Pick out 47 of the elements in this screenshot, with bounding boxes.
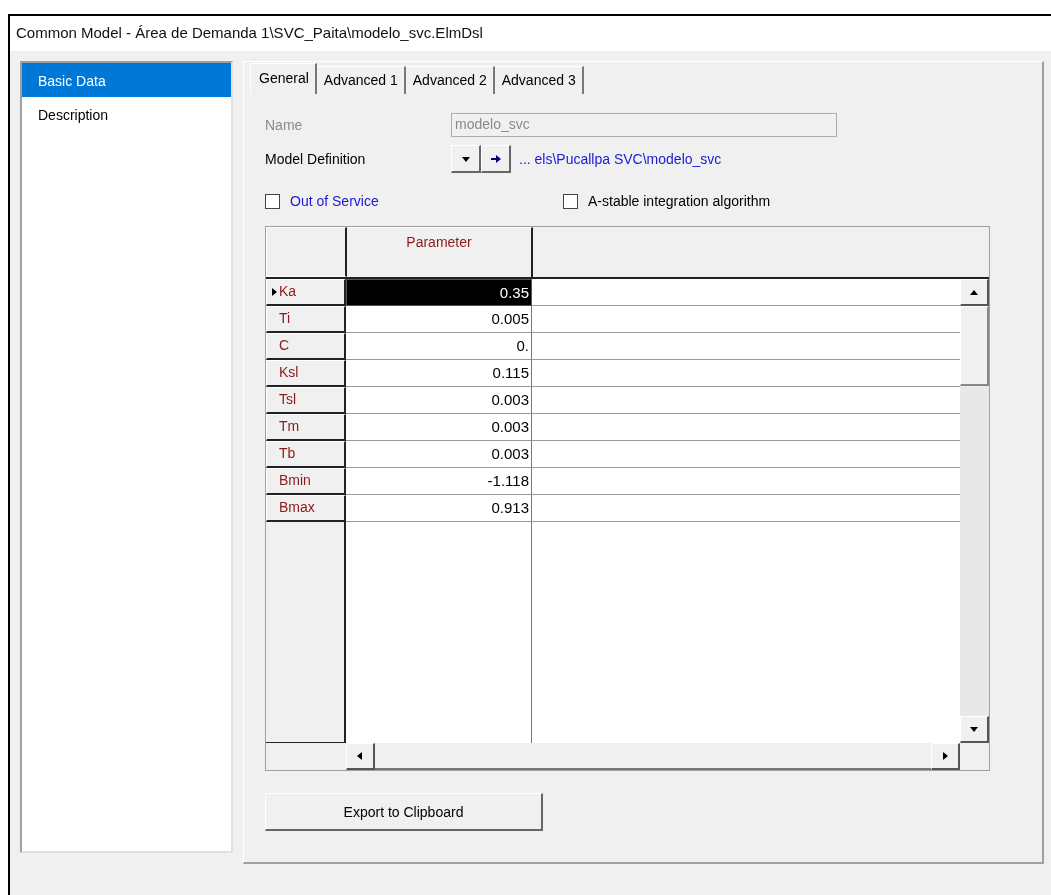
table-cell[interactable]: 0.913 [346,495,532,522]
scroll-thumb[interactable] [960,306,989,386]
tab[interactable]: Advanced 3 [494,66,584,94]
name-field: modelo_svc [451,113,837,137]
right-arrow-icon [940,751,950,761]
down-arrow-icon [969,724,979,734]
model-path-link[interactable]: ... els\Pucallpa SVC\modelo_svc [519,151,722,167]
scroll-right-button[interactable] [931,743,960,770]
field-label: Name [265,117,304,133]
scroll-up-button[interactable] [960,279,989,306]
jump-button[interactable] [481,145,511,173]
table-cell[interactable]: 0.115 [346,360,532,387]
checkbox-label[interactable]: Out of Service [290,193,379,209]
parameter-name: Bmin [279,472,311,488]
table-cell[interactable]: 0. [346,333,532,360]
window-title: Common Model - Área de Demanda 1\SVC_Paita\modelo_svc.ElmDsl [10,16,1051,51]
checkbox[interactable] [563,193,578,209]
table-cell[interactable]: 0.35 [346,279,532,306]
checkbox-label[interactable]: A-stable integration algorithm [588,193,771,209]
export-button[interactable]: Export to Clipboard [265,793,543,831]
table-cell[interactable]: 0.003 [346,414,532,441]
column-header: Parameter [347,227,533,277]
parameter-name: Tsl [279,391,297,407]
parameter-name: Ka [279,283,297,299]
parameter-name: Ti [279,310,291,326]
sidebar-item[interactable]: Description [22,97,231,131]
parameter-name: C [279,337,290,353]
parameter-name: Tb [279,445,296,461]
parameter-name: Ksl [279,364,299,380]
checkbox[interactable] [265,193,280,209]
tab[interactable]: Advanced 2 [405,66,495,94]
table-cell[interactable]: -1.118 [346,468,532,495]
tab[interactable]: General [250,63,317,94]
sidebar-item[interactable]: Basic Data [22,63,231,97]
arrow-icon [489,153,502,164]
scroll-down-button[interactable] [960,716,989,743]
parameter-name: Bmax [279,499,315,515]
field-label: Model Definition [265,151,367,167]
parameter-name: Tm [279,418,300,434]
table-cell[interactable]: 0.003 [346,441,532,468]
table-cell[interactable]: 0.005 [346,306,532,333]
dropdown-button[interactable] [451,145,481,173]
tab[interactable]: Advanced 1 [316,66,406,94]
scroll-left-button[interactable] [346,743,375,770]
left-arrow-icon [355,751,365,761]
vertical-scrollbar[interactable] [960,279,989,743]
table-cell[interactable]: 0.003 [346,387,532,414]
